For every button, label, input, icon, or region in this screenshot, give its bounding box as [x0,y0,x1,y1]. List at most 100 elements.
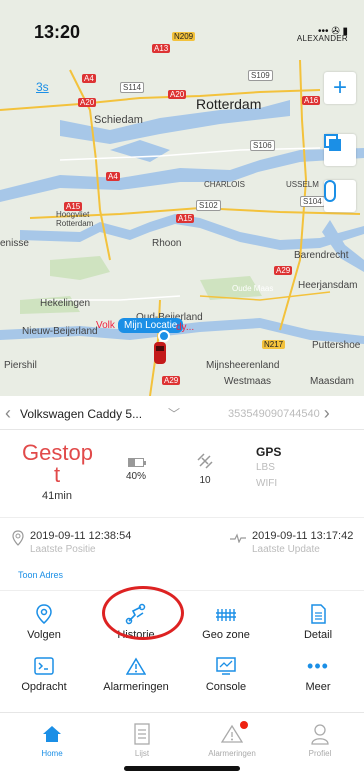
more-icon: ••• [307,655,329,676]
more-button[interactable]: ••• Meer [278,653,358,694]
profile-icon [288,721,352,747]
map-label-puttershoek: Puttershoe [312,340,361,351]
map-label-barendrecht: Barendrecht [294,250,349,261]
map-label-mijnsheerenland: Mijnsheerenland [206,360,280,371]
traffic-icon [324,180,336,202]
console-button[interactable]: Console [186,653,266,693]
plus-icon: + [332,74,347,101]
road-shield-a13: A13 [152,44,171,53]
vehicle-state: Gestop t [22,440,93,487]
map-label-usselm: USSELM [286,180,319,189]
vehicle-map-label: Volk [96,320,115,331]
console-label: Console [205,681,247,693]
road-shield-s106: S106 [250,140,275,151]
carrier-label: ALEXANDER [296,34,348,43]
follow-button[interactable]: Volgen [4,601,84,641]
last-update-label: Laatste Update [252,544,320,555]
map-view[interactable]: 13:20 ••• ✇ ▮ ALEXANDER 3s Rotterdam Sch… [0,0,364,396]
refresh-interval[interactable]: 3s [36,80,49,94]
my-location-tag[interactable]: Mijn Locatie [118,318,184,333]
map-layers-button[interactable] [324,134,356,166]
map-label-enisse: enisse [0,238,29,249]
map-label-heerjansdam: Heerjansdam [298,280,358,291]
road-shield-a29-b: A29 [162,376,181,385]
timestamps-panel: 2019-09-11 12:38:54 Laatste Positie 2019… [0,517,364,589]
map-label-hekelingen: Hekelingen [40,298,91,309]
command-button[interactable]: Opdracht [4,653,84,693]
map-label-charlois: CHARLOIS [204,180,245,189]
vehicle-imei: 353549090744540 [228,407,320,420]
alarms-label: Alarmeringen [103,681,169,693]
alarm-icon [200,721,264,747]
road-shield-s104: S104 [300,196,325,207]
zoom-in-button[interactable]: + [324,72,356,104]
source-lbs: LBS [256,462,275,473]
road-shield-a4: A4 [82,74,96,83]
pulse-icon [230,532,246,555]
last-position-label: Laatste Positie [30,544,96,555]
alarms-button[interactable]: Alarmeringen [96,653,176,693]
location-pin-icon [12,530,24,555]
chart-icon [186,653,266,679]
chevron-down-icon[interactable]: ﹀ [168,405,180,422]
map-label-schiedam: Schiedam [94,114,143,126]
road-shield-a4-b: A4 [106,172,120,181]
notification-badge [240,721,248,729]
list-icon [110,721,174,747]
car-marker-icon[interactable] [152,340,168,366]
traffic-button[interactable] [324,180,356,212]
home-indicator [124,766,240,771]
road-shield-n209: N209 [172,32,196,41]
vehicle-status-panel: Gestop t 41min 40% 10 GPS LBS WIFI [0,430,364,516]
road-shield-s114: S114 [120,82,145,93]
highlight-circle-annotation [102,586,184,640]
battery-indicator: 40% [118,458,154,482]
tab-list-label: Lijst [134,749,150,758]
detail-label: Detail [303,629,333,641]
command-label: Opdracht [21,681,67,693]
warning-icon [96,653,176,679]
geofence-icon [186,601,266,627]
map-label-rotterdam: Rotterdam [196,96,262,112]
home-icon [20,721,84,747]
map-label-nieuw-beijerland: Nieuw-Beijerland [22,326,98,337]
map-label-westmaas: Westmaas [224,376,272,387]
road-shield-a20-b: A20 [168,90,187,99]
vehicle-map-label-tail: dy... [176,322,195,333]
tab-alarms[interactable]: Alarmeringen [200,721,264,758]
previous-vehicle-chevron-icon[interactable]: ‹ [0,403,16,424]
last-update-block: 2019-09-11 13:17:42 Laatste Update [230,530,353,555]
detail-button[interactable]: Detail [278,601,358,641]
satellite-indicator: 10 [190,452,220,486]
app-screen: 13:20 ••• ✇ ▮ ALEXANDER 3s Rotterdam Sch… [0,0,364,778]
map-label-oude-maas: Oude Maas [232,284,274,293]
location-pin-icon [4,601,84,627]
source-wifi: WIFI [256,478,278,489]
geo-zone-button[interactable]: Geo zone [186,601,266,641]
tab-home-label: Home [41,749,63,758]
tab-list[interactable]: Lijst [110,721,174,758]
state-duration: 41min [42,490,72,502]
source-gps: GPS [256,445,282,459]
map-label-maasdam: Maasdam [310,376,354,387]
vehicle-name[interactable]: Volkswagen Caddy 5... [20,407,160,421]
battery-icon [128,458,146,467]
satellite-count: 10 [199,475,211,486]
follow-label: Volgen [27,629,61,641]
tab-profile-label: Profiel [308,749,332,758]
terminal-icon [4,653,84,679]
vehicle-selector[interactable]: ‹ Volkswagen Caddy 5... ﹀ 35354909074454… [0,398,364,430]
satellite-icon [190,452,220,475]
status-bar: 13:20 ••• ✇ ▮ ALEXANDER [0,0,364,58]
clock: 13:20 [34,22,81,42]
road-shield-s109: S109 [248,70,273,81]
more-label: Meer [305,681,331,693]
tab-alarms-label: Alarmeringen [208,749,256,758]
map-label-piershil: Piershil [4,360,37,371]
last-position-time: 2019-09-11 12:38:54 [30,530,132,542]
geo-zone-label: Geo zone [202,629,250,641]
tab-home[interactable]: Home [20,721,84,758]
next-vehicle-chevron-icon[interactable]: › [324,403,330,424]
tab-profile[interactable]: Profiel [288,721,352,758]
show-address-link[interactable]: Toon Adres [18,570,63,580]
